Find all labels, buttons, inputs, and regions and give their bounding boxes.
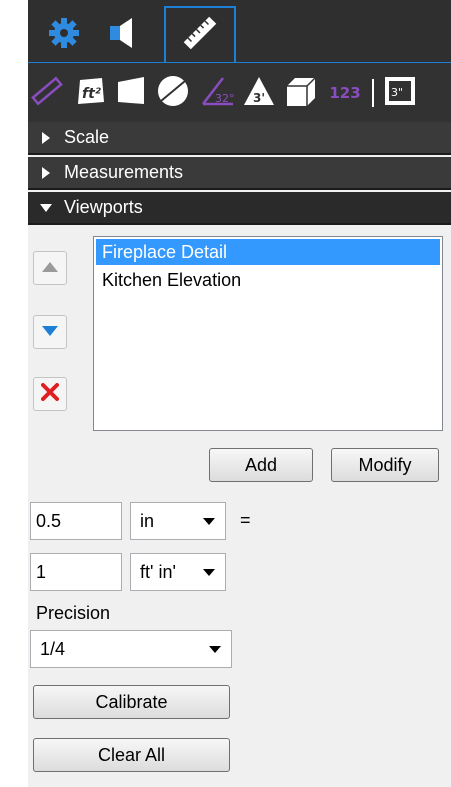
calibrate-button[interactable]: Calibrate: [33, 685, 230, 719]
count-tool[interactable]: 123: [322, 73, 368, 113]
tab-bar: [28, 0, 451, 62]
clear-all-button[interactable]: Clear All: [33, 738, 230, 772]
unit-select-2[interactable]: ft' in': [130, 553, 226, 591]
polygon-icon: [114, 74, 148, 113]
measure-toolbar: ft² 32° 3' 123 3": [28, 62, 451, 123]
scale-viewport-tool[interactable]: 3": [380, 73, 420, 113]
arrow-up-icon: [42, 259, 58, 277]
modify-button[interactable]: Modify: [331, 448, 439, 482]
tab-measure[interactable]: [164, 6, 236, 62]
collapsed-arrow-icon: [28, 166, 64, 179]
move-down-button[interactable]: [33, 315, 67, 349]
tab-audio[interactable]: [94, 8, 154, 62]
unit-select-1[interactable]: in: [130, 502, 226, 540]
chevron-down-icon: [203, 518, 215, 525]
svg-text:3': 3': [253, 91, 265, 105]
ruler-length-icon: [30, 74, 64, 113]
move-up-button[interactable]: [33, 251, 67, 285]
triangle-tool[interactable]: 3': [240, 73, 278, 113]
svg-text:3": 3": [391, 86, 403, 99]
collapsed-arrow-icon: [28, 131, 64, 144]
section-scale-header[interactable]: Scale: [28, 122, 451, 155]
volume-tool[interactable]: [282, 73, 320, 113]
precision-select-value: 1/4: [40, 638, 66, 659]
circle-icon: [155, 73, 191, 114]
section-viewports-header[interactable]: Viewports: [28, 192, 451, 225]
unit-select-1-value: in: [140, 510, 155, 531]
section-measurements-label: Measurements: [64, 162, 184, 182]
section-viewports-label: Viewports: [64, 197, 143, 217]
angle-tool[interactable]: 32°: [198, 73, 236, 113]
toolbar-divider: [372, 79, 374, 107]
tab-settings[interactable]: [34, 8, 94, 62]
expanded-arrow-icon: [28, 203, 64, 213]
box-volume-icon: [283, 74, 319, 113]
list-item[interactable]: Kitchen Elevation: [96, 267, 440, 293]
delete-viewport-button[interactable]: [33, 377, 67, 411]
viewport-panel: ft² 32° 3' 123 3" Scale Measurements Vie…: [0, 0, 451, 787]
precision-select[interactable]: 1/4: [30, 630, 232, 668]
viewports-list[interactable]: Fireplace Detail Kitchen Elevation: [93, 236, 443, 431]
area-ft2-icon: ft²: [74, 74, 108, 113]
svg-text:32°: 32°: [215, 92, 235, 105]
delete-x-icon: [41, 382, 59, 406]
angle-icon: 32°: [199, 74, 235, 113]
chevron-down-icon: [209, 646, 221, 653]
area-tool[interactable]: ft²: [72, 73, 110, 113]
list-item[interactable]: Fireplace Detail: [96, 239, 440, 265]
gear-icon: [47, 16, 81, 55]
arrow-down-icon: [42, 323, 58, 341]
precision-label: Precision: [36, 603, 111, 623]
chevron-down-icon: [203, 569, 215, 576]
length-tool[interactable]: [28, 73, 66, 113]
triangle-icon: 3': [242, 74, 276, 113]
left-margin: [0, 0, 28, 787]
scale-value-field-2[interactable]: 1: [30, 553, 122, 591]
polygon-tool[interactable]: [112, 73, 150, 113]
add-button[interactable]: Add: [209, 448, 313, 482]
svg-text:ft²: ft²: [82, 86, 102, 102]
equals-label: =: [240, 510, 251, 530]
speaker-icon: [106, 16, 142, 55]
section-scale-label: Scale: [64, 127, 110, 147]
unit-select-2-value: ft' in': [140, 561, 176, 582]
circle-tool[interactable]: [154, 73, 192, 113]
counter-icon: 123: [329, 84, 361, 102]
scale-value-field-1[interactable]: 0.5: [30, 502, 122, 540]
section-measurements-header[interactable]: Measurements: [28, 157, 451, 190]
scale-viewport-icon: 3": [383, 74, 417, 113]
ruler-icon: [180, 13, 220, 58]
